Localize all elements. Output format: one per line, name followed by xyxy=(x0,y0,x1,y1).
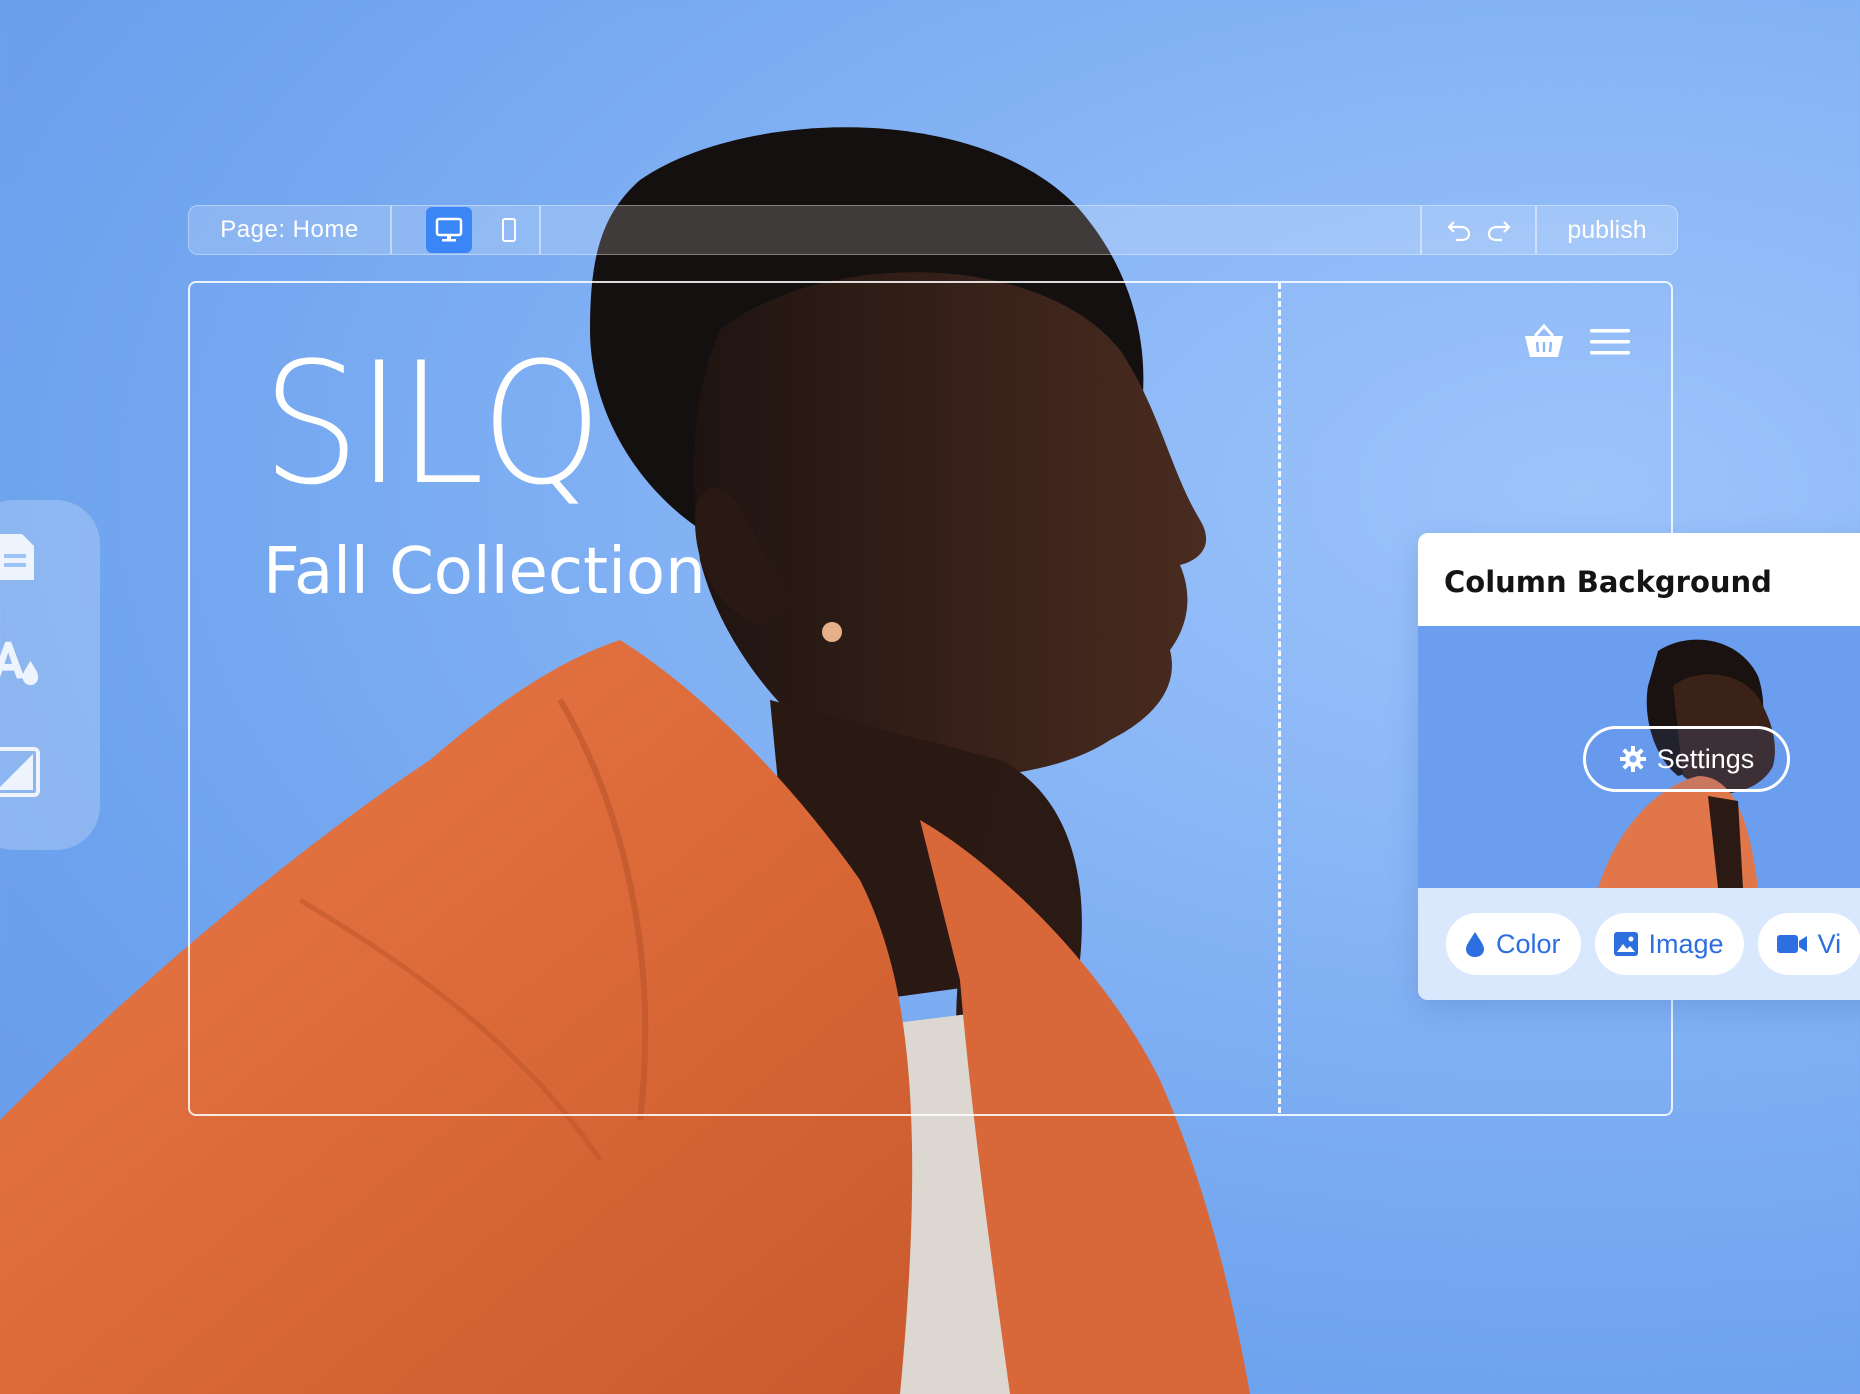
color-option-label: Color xyxy=(1496,928,1561,959)
background-preview[interactable]: Settings xyxy=(1418,626,1860,888)
pages-tool[interactable] xyxy=(0,530,42,584)
mobile-icon xyxy=(502,218,516,242)
video-option-label: Vi xyxy=(1817,928,1842,959)
background-icon xyxy=(0,747,40,797)
column-background-panel: Column Background Settings Color Image V… xyxy=(1418,533,1860,1000)
page-selector[interactable]: Page: Home xyxy=(189,206,392,254)
video-option-button[interactable]: Vi xyxy=(1757,913,1860,975)
site-subtitle[interactable]: Fall Collection xyxy=(263,535,706,609)
image-option-label: Image xyxy=(1648,928,1724,959)
drop-icon xyxy=(1466,932,1484,957)
color-option-button[interactable]: Color xyxy=(1446,913,1581,975)
video-icon xyxy=(1776,935,1807,953)
text-color-icon xyxy=(0,641,39,686)
editor-toolbar: Page: Home publish xyxy=(188,205,1678,255)
column-divider[interactable] xyxy=(1278,283,1281,1113)
settings-label: Settings xyxy=(1656,743,1755,774)
history-controls xyxy=(1420,206,1537,254)
image-icon xyxy=(1613,932,1638,956)
site-logo[interactable]: SILQ xyxy=(262,340,602,508)
desktop-view-button[interactable] xyxy=(426,207,472,253)
publish-label: publish xyxy=(1567,215,1647,244)
mobile-view-button[interactable] xyxy=(486,207,532,253)
image-option-button[interactable]: Image xyxy=(1594,913,1744,975)
undo-icon[interactable] xyxy=(1446,218,1472,242)
side-toolbar xyxy=(0,500,100,850)
text-style-tool[interactable] xyxy=(0,635,42,689)
page-icon xyxy=(0,534,34,580)
gear-icon xyxy=(1619,746,1646,772)
device-switcher xyxy=(392,206,541,254)
panel-title: Column Background xyxy=(1444,565,1772,599)
background-tool[interactable] xyxy=(0,745,42,799)
settings-button[interactable]: Settings xyxy=(1583,726,1790,792)
publish-button[interactable]: publish xyxy=(1537,206,1677,254)
desktop-icon xyxy=(435,217,463,242)
page-selector-label: Page: Home xyxy=(220,216,359,243)
background-type-options: Color Image Vi xyxy=(1418,888,1860,1000)
basket-icon[interactable] xyxy=(1523,322,1565,360)
redo-icon[interactable] xyxy=(1486,218,1512,242)
hamburger-icon[interactable] xyxy=(1590,327,1630,357)
